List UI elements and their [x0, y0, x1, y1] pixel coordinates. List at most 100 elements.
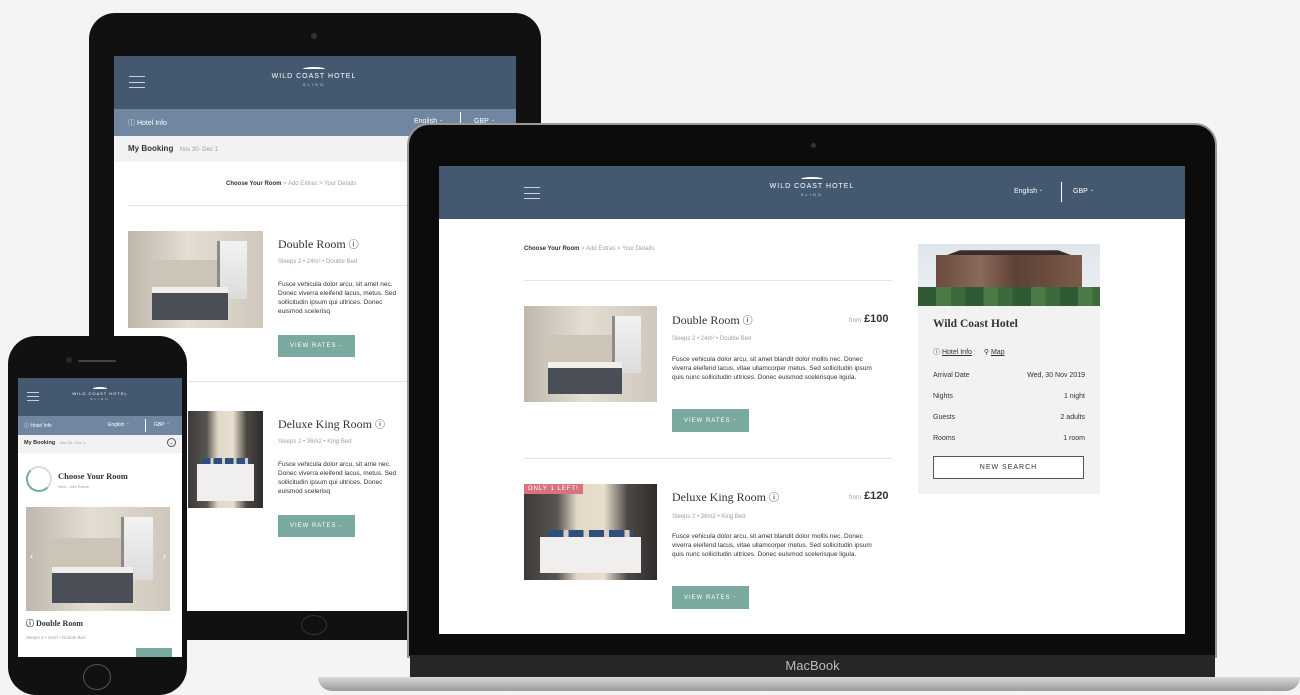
info-icon[interactable]: ⓘ — [769, 493, 779, 504]
view-rates-button[interactable]: VIEW RATES — [278, 515, 355, 537]
room-name: Double Room — [278, 237, 346, 251]
room-image-deluxe[interactable]: ONLY 1 LEFT! — [524, 484, 657, 580]
expand-chevron-icon[interactable]: ⌄ — [167, 438, 176, 447]
phone-speaker — [78, 360, 116, 362]
room-name: Deluxe King Room — [278, 417, 372, 431]
carousel-next-icon[interactable]: › — [163, 551, 166, 562]
laptop-device: WILD COAST HOTEL SLIGO English GBP Choos… — [407, 123, 1217, 658]
info-icon[interactable]: ⓘ — [743, 316, 753, 327]
step-your-details[interactable]: Your Details — [622, 246, 654, 252]
logo-location: SLIGO — [90, 397, 110, 401]
logo-name: WILD COAST HOTEL — [769, 183, 855, 190]
room-name: Deluxe King Room — [672, 490, 766, 504]
currency-select[interactable]: GBP — [154, 422, 170, 428]
room-title: Deluxe King Room ⓘ — [278, 416, 385, 432]
booking-summary-panel: Wild Coast Hotel ⓘ Hotel Info ⚲ Map Arri… — [918, 244, 1100, 494]
room-sleeps: Sleeps 2 — [278, 439, 302, 445]
logo-location: SLIGO — [302, 82, 326, 87]
info-icon[interactable]: ⓘ — [26, 619, 34, 628]
menu-icon[interactable] — [524, 187, 540, 199]
step-your-details[interactable]: Your Details — [324, 181, 356, 187]
room-bed: King Bed — [721, 514, 746, 520]
menu-icon[interactable] — [129, 76, 145, 88]
room-description: Fusce vehicula dolor arcu, sit amet nec.… — [278, 281, 397, 315]
language-select[interactable]: English — [1014, 188, 1043, 195]
language-select[interactable]: English — [108, 422, 129, 428]
booking-dates: Nov 30- Dec 1 — [179, 147, 218, 153]
room-sleeps: Sleeps 2 — [672, 336, 696, 342]
view-rates-button[interactable]: VIEW RATES — [672, 586, 749, 609]
hotel-info-label: Hotel Info — [941, 349, 972, 356]
summary-label: Guests — [933, 414, 956, 421]
laptop-screen: WILD COAST HOTEL SLIGO English GBP Choos… — [439, 166, 1185, 634]
info-icon: ⓘ — [933, 349, 940, 356]
step-choose-room[interactable]: Choose Your Room — [226, 181, 281, 187]
summary-label: Arrival Date — [933, 372, 970, 379]
info-icon[interactable]: ⓘ — [349, 240, 359, 251]
map-link[interactable]: ⚲ Map — [984, 349, 1005, 356]
room-image-double[interactable]: ‹ › — [26, 507, 170, 611]
menu-icon[interactable] — [27, 392, 39, 401]
laptop-camera — [811, 143, 816, 148]
laptop-deck — [318, 677, 1300, 691]
summary-details: Arrival Date Wed, 30 Nov 2019 Nights 1 nig… — [933, 372, 1085, 456]
room-title: Double Room ⓘ — [278, 236, 359, 252]
view-rates-button[interactable]: VIEW RATES — [278, 335, 355, 357]
map-pin-icon: ⚲ — [983, 349, 990, 356]
room-image-double[interactable] — [524, 306, 657, 402]
phone-screen: WILD COAST HOTEL SLIGO ⓘ Hotel Info Engl… — [18, 378, 182, 657]
new-search-button[interactable]: NEW SEARCH — [933, 456, 1084, 479]
view-rates-button[interactable]: VIEW RATES — [672, 409, 749, 432]
room-specs: Sleeps 2 • 24m² • Double Bed — [26, 635, 86, 640]
breadcrumb: Choose Your Room > Add Extras > Your Det… — [524, 246, 655, 252]
info-icon[interactable]: ⓘ — [375, 420, 385, 431]
step-choose-room[interactable]: Choose Your Room — [524, 246, 579, 252]
room-specs: Sleeps 2 • 24m² • Double Bed — [278, 259, 358, 265]
hotel-info-link[interactable]: ⓘ Hotel Info — [128, 118, 167, 128]
room-name: Double Room — [672, 313, 740, 327]
room-image-deluxe[interactable] — [188, 411, 263, 508]
room-description: Fusce vehicula dolor arcu, sit amet blan… — [672, 533, 872, 558]
room-title: ⓘ Double Room — [26, 618, 83, 629]
room-description: Fusce vehicula dolor arcu, sit ame nec. … — [278, 461, 397, 495]
view-rates-button[interactable] — [136, 648, 172, 657]
step-add-extras[interactable]: Add Extras — [586, 246, 615, 252]
room-price: from £100 — [849, 313, 889, 325]
price-from-label: from — [849, 318, 861, 324]
room-size: 36m2 — [306, 439, 322, 445]
carousel-prev-icon[interactable]: ‹ — [30, 551, 33, 562]
map-label: Map — [990, 349, 1005, 356]
summary-value: 1 room — [1063, 435, 1085, 442]
summary-row: Arrival Date Wed, 30 Nov 2019 — [933, 372, 1085, 393]
summary-row: Rooms 1 room — [933, 435, 1085, 456]
laptop-base: MacBook — [318, 655, 1300, 695]
room-name: Double Room — [36, 619, 83, 628]
hotel-info-link[interactable]: ⓘ Hotel Info — [933, 349, 972, 356]
currency-select[interactable]: GBP — [1073, 188, 1094, 195]
mobile-step-next: Next : Add Extras — [58, 484, 89, 489]
hotel-info-label: Hotel Info — [30, 423, 52, 429]
breadcrumb: Choose Your Room > Add Extras > Your Det… — [226, 181, 357, 187]
tablet-header: WILD COAST HOTEL SLIGO — [114, 56, 516, 109]
logo-name: WILD COAST HOTEL — [271, 73, 357, 80]
room-bed: King Bed — [327, 439, 352, 445]
room-image-double[interactable] — [128, 231, 263, 328]
phone-subbar: ⓘ Hotel Info English GBP — [18, 416, 182, 435]
booking-label: My Booking — [24, 440, 56, 446]
price-value: £100 — [864, 313, 889, 325]
summary-value: 2 adults — [1060, 414, 1085, 421]
hotel-info-link[interactable]: ⓘ Hotel Info — [24, 422, 52, 429]
booking-label: My Booking — [128, 144, 174, 153]
room-sleeps: Sleeps 2 — [672, 514, 696, 520]
room-sleeps: Sleeps 2 — [278, 259, 302, 265]
room-title: Deluxe King Room ⓘ — [672, 489, 779, 505]
divider — [145, 419, 146, 432]
divider — [524, 458, 892, 459]
availability-badge: ONLY 1 LEFT! — [524, 484, 583, 494]
room-specs: Sleeps 2 • 36m2 • King Bed — [278, 439, 352, 445]
hotel-info-label: Hotel Info — [136, 120, 167, 127]
room-title: Double Room ⓘ — [672, 312, 753, 328]
step-add-extras[interactable]: Add Extras — [288, 181, 317, 187]
room-bed: Double Bed — [719, 336, 752, 342]
divider — [1061, 182, 1062, 202]
